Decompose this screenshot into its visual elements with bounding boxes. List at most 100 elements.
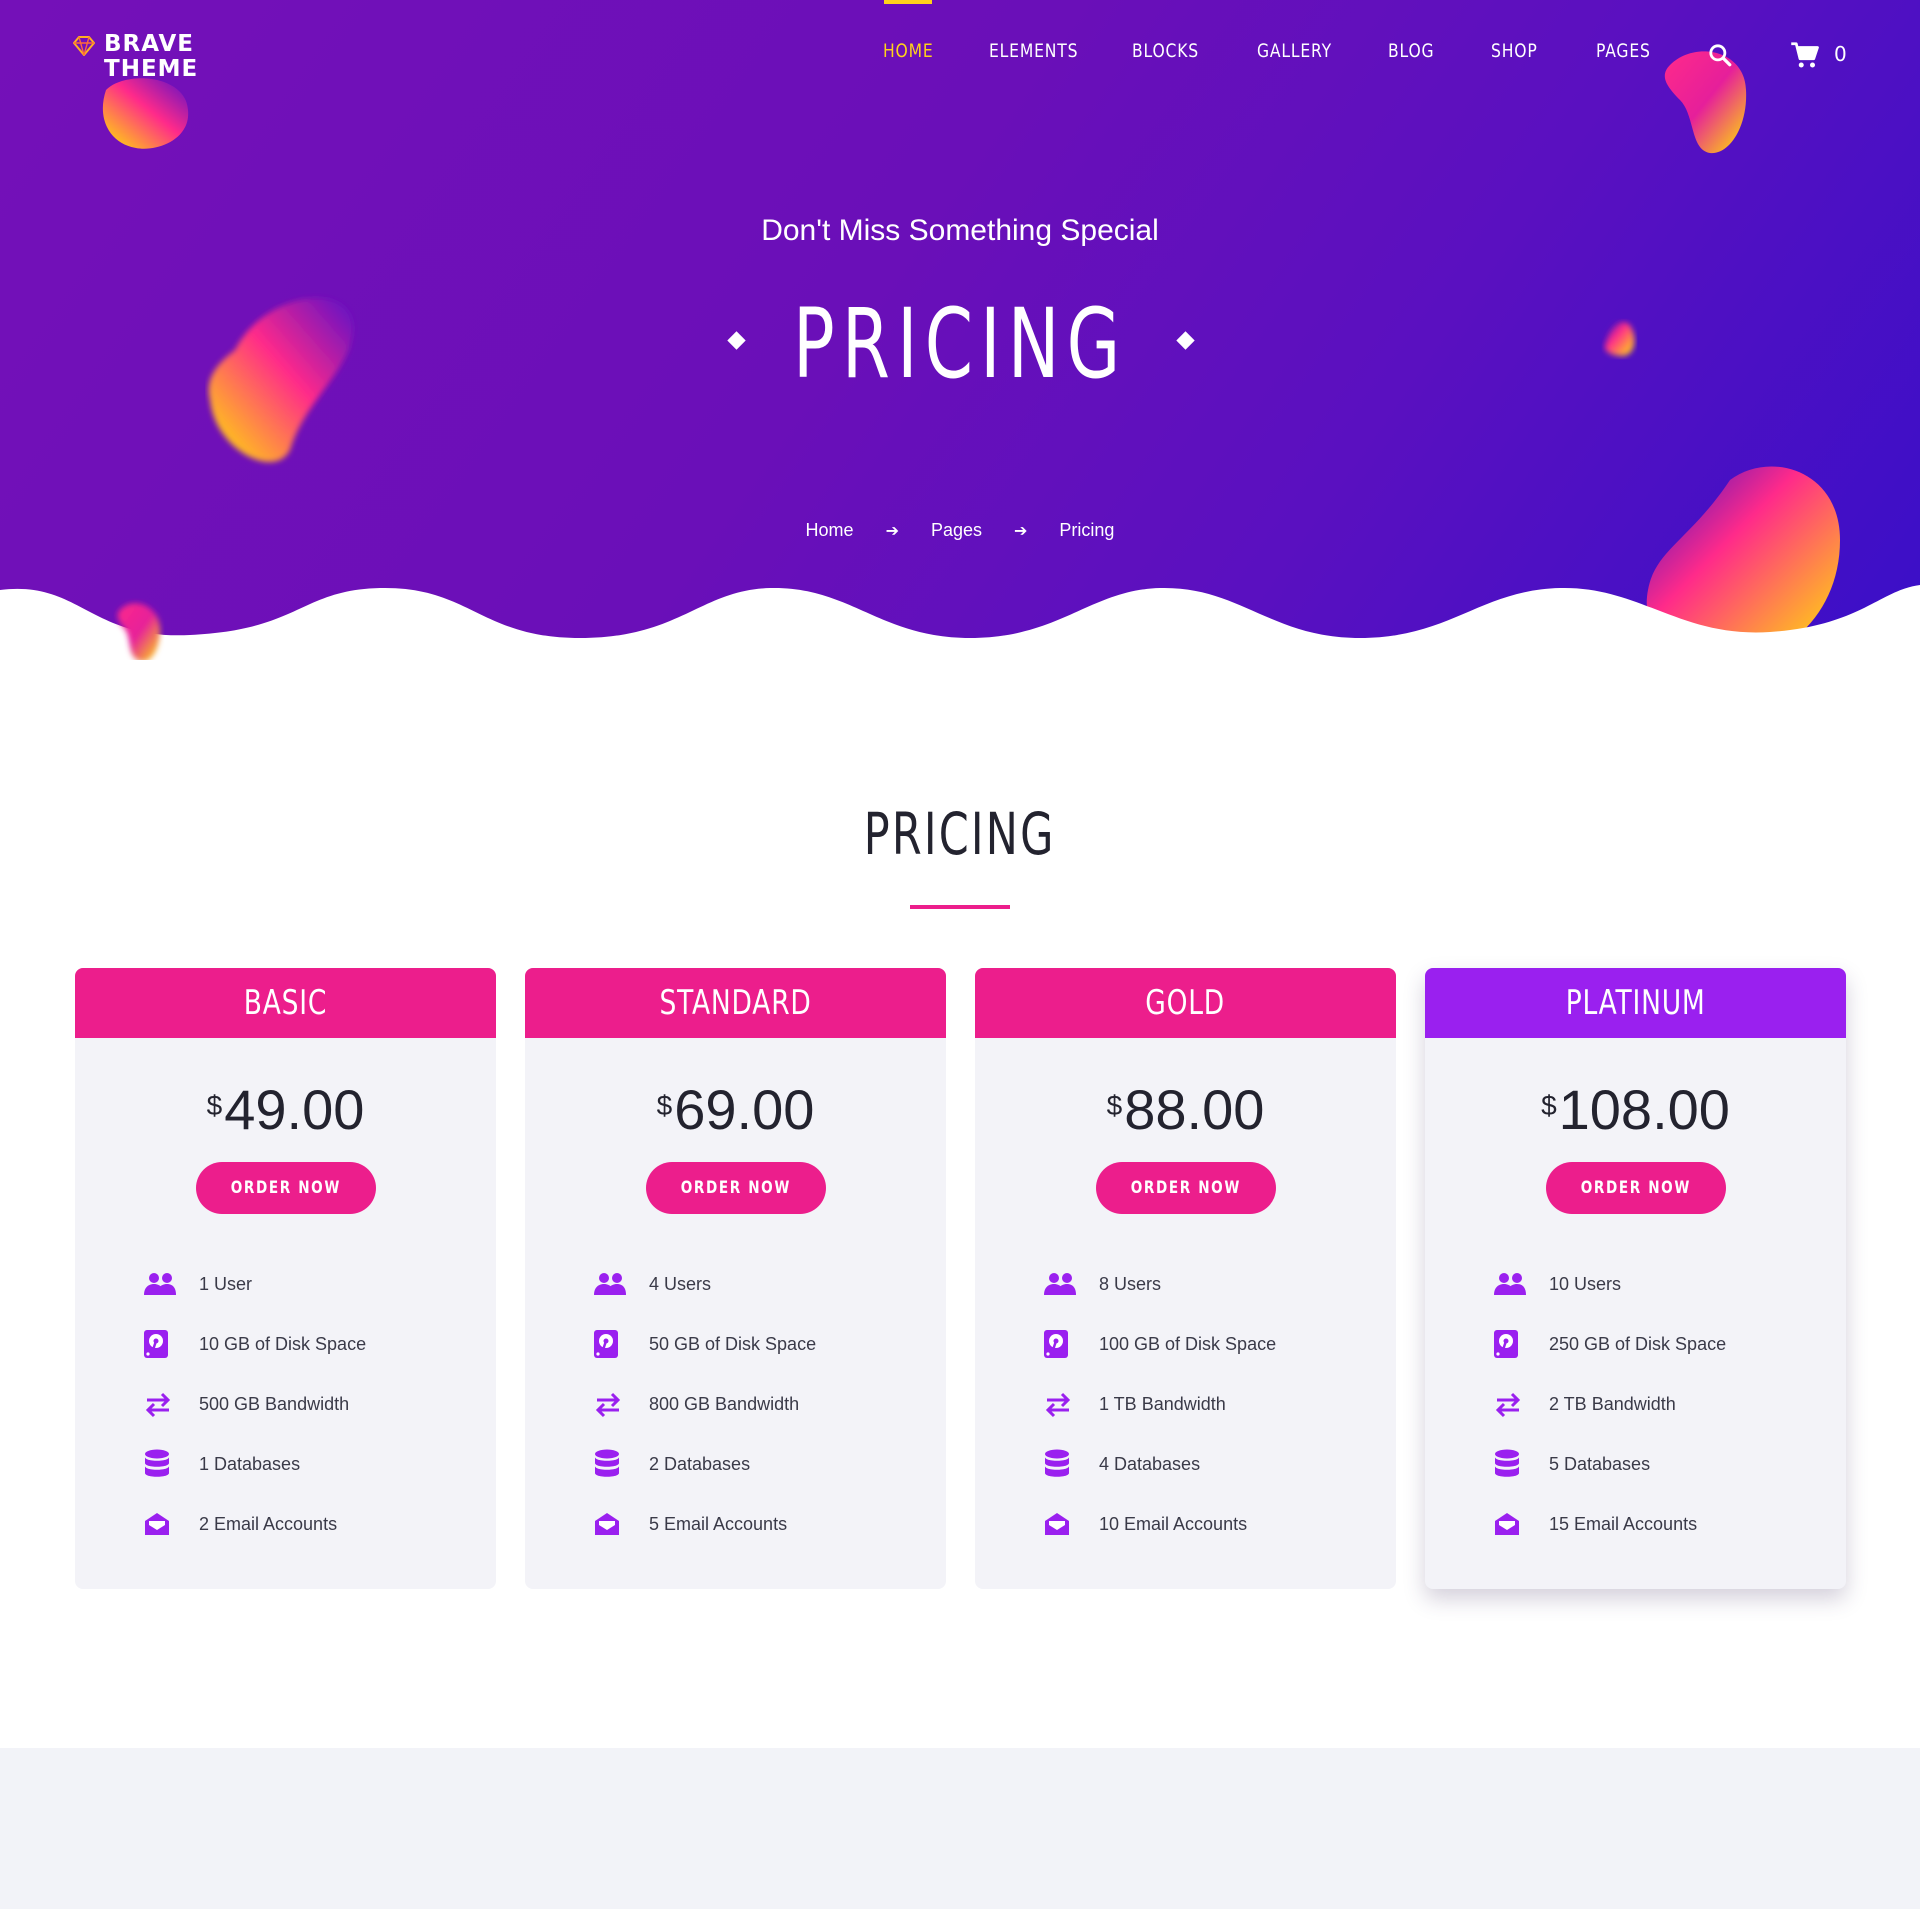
bandwidth-icon bbox=[1043, 1388, 1079, 1420]
pricing-card: GOLD $88.00 ORDER NOW 8 Users 100 GB of Disk… bbox=[975, 968, 1396, 1589]
currency-symbol: $ bbox=[1106, 1090, 1123, 1121]
nav-item-blog[interactable]: BLOG bbox=[1388, 40, 1434, 62]
feature-item: 100 GB of Disk Space bbox=[975, 1314, 1396, 1374]
feature-text: 2 TB Bandwidth bbox=[1549, 1393, 1676, 1414]
feature-text: 1 Databases bbox=[199, 1453, 301, 1474]
database-icon bbox=[593, 1448, 629, 1480]
users-icon bbox=[143, 1268, 179, 1300]
nav-active-indicator bbox=[884, 0, 932, 4]
plan-name: PLATINUM bbox=[1565, 983, 1706, 1023]
feature-text: 100 GB of Disk Space bbox=[1099, 1333, 1277, 1354]
hero-wave bbox=[0, 585, 1920, 660]
price-amount: 69.00 bbox=[674, 1078, 815, 1141]
cart-count-badge[interactable]: 0 bbox=[1834, 42, 1847, 66]
search-icon[interactable] bbox=[1707, 42, 1733, 68]
feature-item: 5 Databases bbox=[1425, 1434, 1846, 1494]
feature-item: 10 Users bbox=[1425, 1254, 1846, 1314]
decorative-blob bbox=[117, 603, 161, 660]
arrow-right-icon: ➔ bbox=[885, 522, 899, 540]
section-underline bbox=[910, 905, 1010, 909]
nav-item-blocks[interactable]: BLOCKS bbox=[1132, 40, 1199, 62]
database-icon bbox=[143, 1448, 179, 1480]
order-now-button[interactable]: ORDER NOW bbox=[1095, 1162, 1276, 1214]
feature-text: 15 Email Accounts bbox=[1549, 1513, 1698, 1534]
hard-disk-icon bbox=[593, 1328, 629, 1360]
breadcrumb-home[interactable]: Home bbox=[806, 520, 854, 541]
feature-item: 1 Databases bbox=[75, 1434, 496, 1494]
feature-list: 1 User 10 GB of Disk Space 500 GB Bandwidt… bbox=[75, 1254, 496, 1554]
feature-text: 8 Users bbox=[1099, 1273, 1162, 1294]
plan-name: BASIC bbox=[243, 983, 328, 1023]
hero-title-wrap: PRICING bbox=[0, 288, 1920, 400]
feature-item: 4 Databases bbox=[975, 1434, 1396, 1494]
feature-item: 10 Email Accounts bbox=[975, 1494, 1396, 1554]
bandwidth-icon bbox=[593, 1388, 629, 1420]
bandwidth-icon bbox=[1493, 1388, 1529, 1420]
decorative-blob bbox=[102, 78, 189, 149]
feature-text: 800 GB Bandwidth bbox=[649, 1393, 800, 1414]
nav-item-shop[interactable]: SHOP bbox=[1491, 40, 1538, 62]
feature-text: 10 Users bbox=[1549, 1273, 1622, 1294]
feature-text: 1 TB Bandwidth bbox=[1099, 1393, 1226, 1414]
feature-text: 10 Email Accounts bbox=[1099, 1513, 1248, 1534]
pricing-card-header: PLATINUM bbox=[1425, 968, 1846, 1038]
email-icon bbox=[1043, 1508, 1079, 1540]
feature-text: 250 GB of Disk Space bbox=[1549, 1333, 1727, 1354]
section-title: PRICING bbox=[864, 800, 1056, 868]
feature-item: 15 Email Accounts bbox=[1425, 1494, 1846, 1554]
order-now-button[interactable]: ORDER NOW bbox=[645, 1162, 826, 1214]
pricing-card: STANDARD $69.00 ORDER NOW 4 Users 50 GB of D… bbox=[525, 968, 946, 1589]
feature-item: 2 TB Bandwidth bbox=[1425, 1374, 1846, 1434]
feature-item: 10 GB of Disk Space bbox=[75, 1314, 496, 1374]
feature-item: 250 GB of Disk Space bbox=[1425, 1314, 1846, 1374]
price-amount: 88.00 bbox=[1124, 1078, 1265, 1141]
feature-text: 4 Databases bbox=[1099, 1453, 1201, 1474]
feature-item: 8 Users bbox=[975, 1254, 1396, 1314]
feature-text: 2 Email Accounts bbox=[199, 1513, 338, 1534]
nav-item-home[interactable]: HOME bbox=[883, 40, 934, 62]
pricing-card-header: STANDARD bbox=[525, 968, 946, 1038]
feature-text: 500 GB Bandwidth bbox=[199, 1393, 350, 1414]
pricing-card-header: BASIC bbox=[75, 968, 496, 1038]
plan-name: STANDARD bbox=[659, 983, 812, 1023]
plan-name: GOLD bbox=[1145, 983, 1226, 1023]
order-now-label: ORDER NOW bbox=[680, 1178, 791, 1198]
order-now-button[interactable]: ORDER NOW bbox=[1545, 1162, 1726, 1214]
feature-item: 5 Email Accounts bbox=[525, 1494, 946, 1554]
feature-list: 10 Users 250 GB of Disk Space 2 TB Bandwid… bbox=[1425, 1254, 1846, 1554]
feature-item: 800 GB Bandwidth bbox=[525, 1374, 946, 1434]
cart-icon[interactable] bbox=[1790, 40, 1820, 70]
plan-price: $69.00 bbox=[525, 1080, 946, 1140]
feature-text: 50 GB of Disk Space bbox=[649, 1333, 817, 1354]
price-amount: 108.00 bbox=[1558, 1078, 1730, 1141]
currency-symbol: $ bbox=[656, 1090, 673, 1121]
main-nav: HOME ELEMENTS BLOCKS GALLERY BLOG SHOP P… bbox=[0, 40, 1920, 70]
feature-text: 1 User bbox=[199, 1273, 253, 1294]
feature-list: 4 Users 50 GB of Disk Space 800 GB Bandwid… bbox=[525, 1254, 946, 1554]
hero-subtitle: Don't Miss Something Special bbox=[761, 214, 1159, 247]
currency-symbol: $ bbox=[1541, 1090, 1557, 1121]
feature-list: 8 Users 100 GB of Disk Space 1 TB Bandwidt… bbox=[975, 1254, 1396, 1554]
feature-item: 1 TB Bandwidth bbox=[975, 1374, 1396, 1434]
hero-title: PRICING bbox=[792, 288, 1128, 400]
feature-item: 4 Users bbox=[525, 1254, 946, 1314]
bandwidth-icon bbox=[143, 1388, 179, 1420]
feature-item: 1 User bbox=[75, 1254, 496, 1314]
breadcrumb-current: Pricing bbox=[1059, 520, 1115, 540]
nav-item-pages[interactable]: PAGES bbox=[1596, 40, 1651, 62]
arrow-right-icon: ➔ bbox=[1014, 522, 1028, 540]
feature-text: 10 GB of Disk Space bbox=[199, 1333, 367, 1354]
order-now-button[interactable]: ORDER NOW bbox=[195, 1162, 376, 1214]
price-amount: 49.00 bbox=[224, 1078, 365, 1141]
feature-text: 4 Users bbox=[649, 1273, 712, 1294]
pricing-card: PLATINUM $108.00 ORDER NOW 10 Users 250 GB o… bbox=[1425, 968, 1846, 1589]
order-now-label: ORDER NOW bbox=[1580, 1178, 1691, 1198]
pricing-card: BASIC $49.00 ORDER NOW 1 User 10 GB of Disk … bbox=[75, 968, 496, 1589]
feature-text: 5 Databases bbox=[1549, 1453, 1651, 1474]
users-icon bbox=[1043, 1268, 1079, 1300]
nav-item-gallery[interactable]: GALLERY bbox=[1257, 40, 1332, 62]
feature-item: 500 GB Bandwidth bbox=[75, 1374, 496, 1434]
feature-text: 2 Databases bbox=[649, 1453, 751, 1474]
nav-item-elements[interactable]: ELEMENTS bbox=[989, 40, 1078, 62]
breadcrumb-pages[interactable]: Pages bbox=[931, 520, 982, 541]
